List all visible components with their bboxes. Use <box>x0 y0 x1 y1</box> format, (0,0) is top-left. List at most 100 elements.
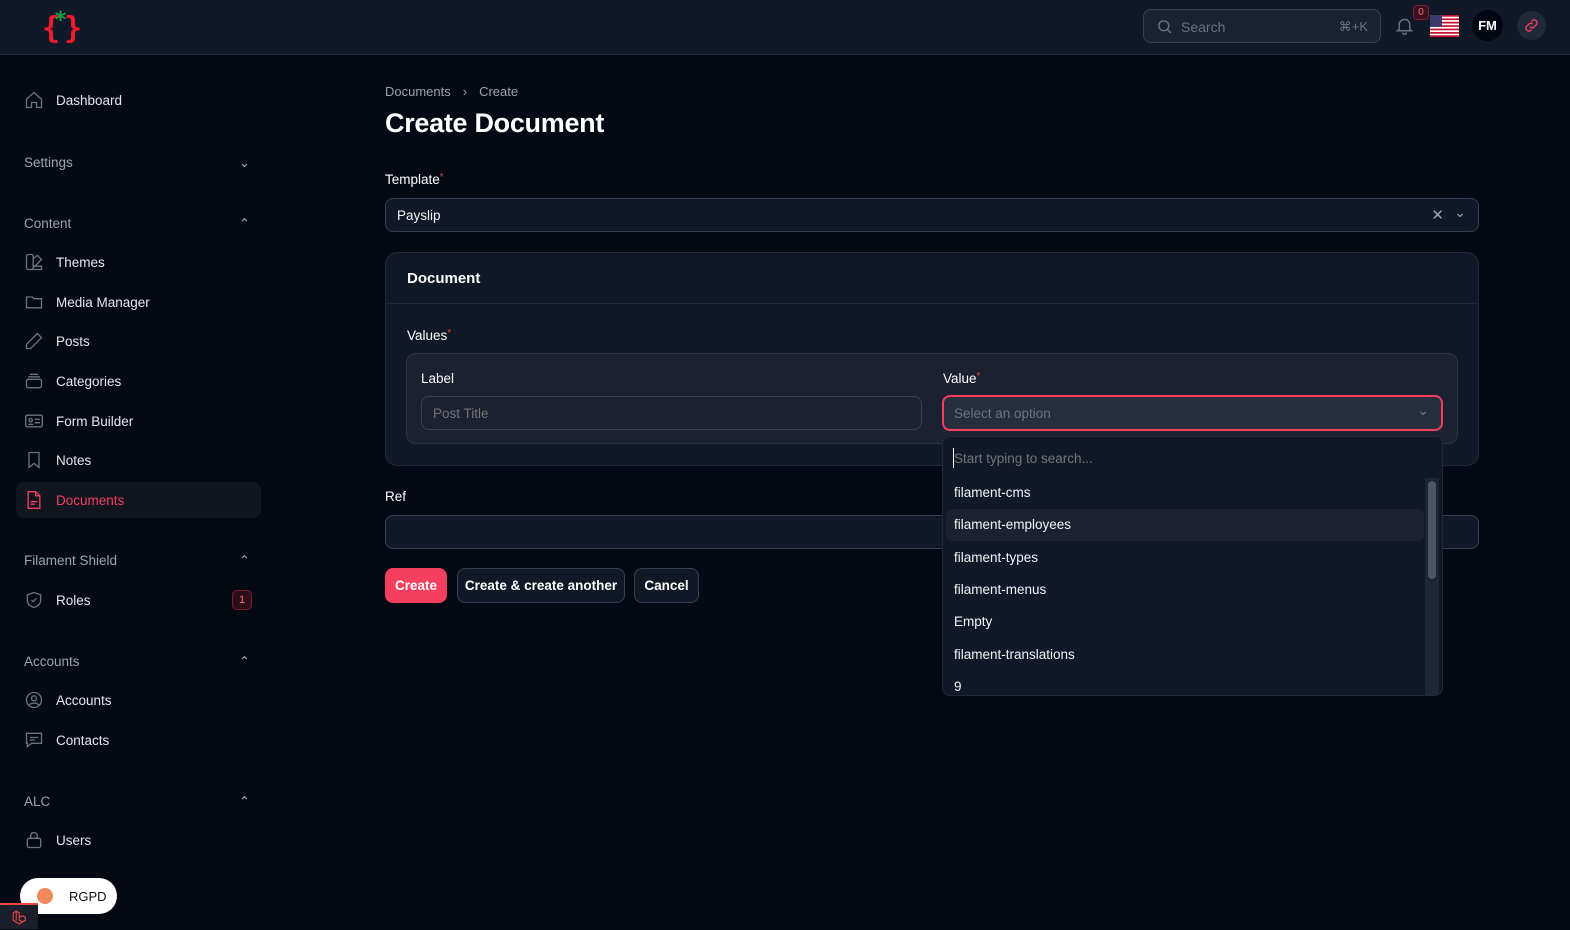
sidebar-label: Accounts <box>56 692 112 708</box>
sidebar-label: Themes <box>56 254 105 270</box>
link-icon <box>1525 19 1538 32</box>
sidebar-item-documents[interactable]: Documents <box>16 482 261 518</box>
chevron-up-icon: ⌃ <box>238 654 250 669</box>
sidebar-item-posts[interactable]: Posts <box>16 323 261 359</box>
home-icon <box>25 91 43 109</box>
value-field-label: Value* <box>943 371 981 386</box>
section-title: Document <box>407 270 481 287</box>
bookmark-icon <box>28 451 40 469</box>
label-input[interactable] <box>421 396 922 430</box>
dropdown-option[interactable]: filament-menus <box>946 574 1424 606</box>
user-avatar[interactable]: FM <box>1472 10 1503 41</box>
laravel-icon <box>12 910 26 925</box>
group-label: ALC <box>24 794 51 809</box>
scrollbar-thumb[interactable] <box>1428 481 1436 579</box>
dropdown-option[interactable]: 9 <box>946 671 1424 695</box>
search-placeholder: Search <box>1181 19 1226 35</box>
document-icon <box>27 491 41 509</box>
sidebar-label: Roles <box>56 592 91 608</box>
app-logo[interactable]: { } * <box>40 6 84 46</box>
sidebar-item-notes[interactable]: Notes <box>16 442 261 478</box>
user-circle-icon <box>25 691 43 709</box>
sidebar-item-categories[interactable]: Categories <box>16 363 261 399</box>
sidebar-group-settings[interactable]: Settings ⌄ <box>24 155 250 171</box>
sidebar-item-roles[interactable]: Roles 1 <box>16 582 261 618</box>
link-button[interactable] <box>1517 11 1546 40</box>
sidebar-item-contacts[interactable]: Contacts <box>16 722 261 758</box>
chevron-up-icon: ⌃ <box>238 216 250 231</box>
pencil-icon <box>25 332 43 350</box>
chevron-down-icon: ⌄ <box>1417 402 1429 418</box>
page-title: Create Document <box>385 108 605 138</box>
sidebar-label: Media Manager <box>56 294 150 310</box>
create-button[interactable]: Create <box>385 568 447 603</box>
roles-count-badge: 1 <box>232 590 252 610</box>
ref-label: Ref <box>385 489 407 504</box>
sidebar-label: Categories <box>56 373 122 389</box>
sidebar-group-alc[interactable]: ALC ⌃ <box>24 794 250 810</box>
breadcrumb: Documents › Create <box>385 84 518 99</box>
value-placeholder: Select an option <box>954 406 1051 421</box>
us-flag-icon[interactable] <box>1430 15 1459 37</box>
stack-icon <box>25 373 43 389</box>
sidebar-label: Form Builder <box>56 413 134 429</box>
group-label: Filament Shield <box>24 553 118 568</box>
value-dropdown: filament-cms filament-employees filament… <box>942 436 1443 696</box>
sidebar-label: Dashboard <box>56 92 123 108</box>
dropdown-option[interactable]: filament-translations <box>946 639 1424 671</box>
shield-check-icon <box>26 591 42 609</box>
sidebar-label: Users <box>56 832 92 848</box>
dropdown-option[interactable]: Empty <box>946 606 1424 638</box>
sidebar-label: Contacts <box>56 732 110 748</box>
sidebar-label: Posts <box>56 333 90 349</box>
svg-text:*: * <box>54 8 67 33</box>
label-field-label: Label <box>421 371 455 386</box>
sidebar-item-users[interactable]: Users <box>16 822 261 858</box>
sidebar-group-filament-shield[interactable]: Filament Shield ⌃ <box>24 553 250 569</box>
group-label: Accounts <box>24 654 80 669</box>
global-search[interactable]: Search ⌘+K <box>1143 9 1381 43</box>
sidebar-item-media-manager[interactable]: Media Manager <box>16 284 261 320</box>
cookie-icon <box>37 888 53 904</box>
value-select[interactable]: Select an option ⌄ <box>942 395 1443 431</box>
sidebar-item-dashboard[interactable]: Dashboard <box>16 82 261 118</box>
sidebar-group-content[interactable]: Content ⌃ <box>24 216 250 232</box>
chat-icon <box>25 732 43 749</box>
chevron-down-icon: ⌄ <box>238 155 250 170</box>
divider <box>386 303 1478 304</box>
dropdown-search-input[interactable] <box>953 448 1423 468</box>
chevron-down-icon[interactable]: ⌄ <box>1454 204 1466 221</box>
lock-icon <box>26 831 42 849</box>
dropdown-option[interactable]: filament-cms <box>946 477 1424 509</box>
swatch-icon <box>25 253 43 271</box>
create-another-button[interactable]: Create & create another <box>457 568 625 603</box>
template-select[interactable]: Payslip ✕ ⌄ <box>385 198 1479 232</box>
folder-icon <box>25 296 43 309</box>
sidebar-group-accounts[interactable]: Accounts ⌃ <box>24 654 250 670</box>
bell-icon[interactable] <box>1394 15 1415 36</box>
sidebar-item-themes[interactable]: Themes <box>16 244 261 280</box>
notification-badge: 0 <box>1413 5 1429 20</box>
chevron-right-icon: › <box>462 84 468 99</box>
dropdown-option[interactable]: filament-employees <box>946 509 1424 541</box>
sidebar-label: Notes <box>56 452 92 468</box>
clear-icon[interactable]: ✕ <box>1431 206 1444 224</box>
group-label: Content <box>24 216 72 231</box>
chevron-up-icon: ⌃ <box>238 794 250 809</box>
breadcrumb-create: Create <box>479 84 519 99</box>
id-card-icon <box>25 414 43 428</box>
chevron-up-icon: ⌃ <box>238 553 250 568</box>
debugbar-toggle[interactable] <box>0 903 38 929</box>
cancel-button[interactable]: Cancel <box>634 568 699 603</box>
values-label: Values* <box>407 328 452 343</box>
template-value: Payslip <box>397 208 441 223</box>
search-shortcut: ⌘+K <box>1338 19 1368 34</box>
breadcrumb-documents[interactable]: Documents <box>385 84 451 99</box>
rgpd-label: RGPD <box>69 888 107 904</box>
dropdown-scrollbar[interactable] <box>1425 478 1439 695</box>
search-icon <box>1158 20 1172 34</box>
sidebar-item-form-builder[interactable]: Form Builder <box>16 403 261 439</box>
template-label: Template* <box>385 172 444 187</box>
dropdown-option[interactable]: filament-types <box>946 542 1424 574</box>
sidebar-item-accounts[interactable]: Accounts <box>16 682 261 718</box>
